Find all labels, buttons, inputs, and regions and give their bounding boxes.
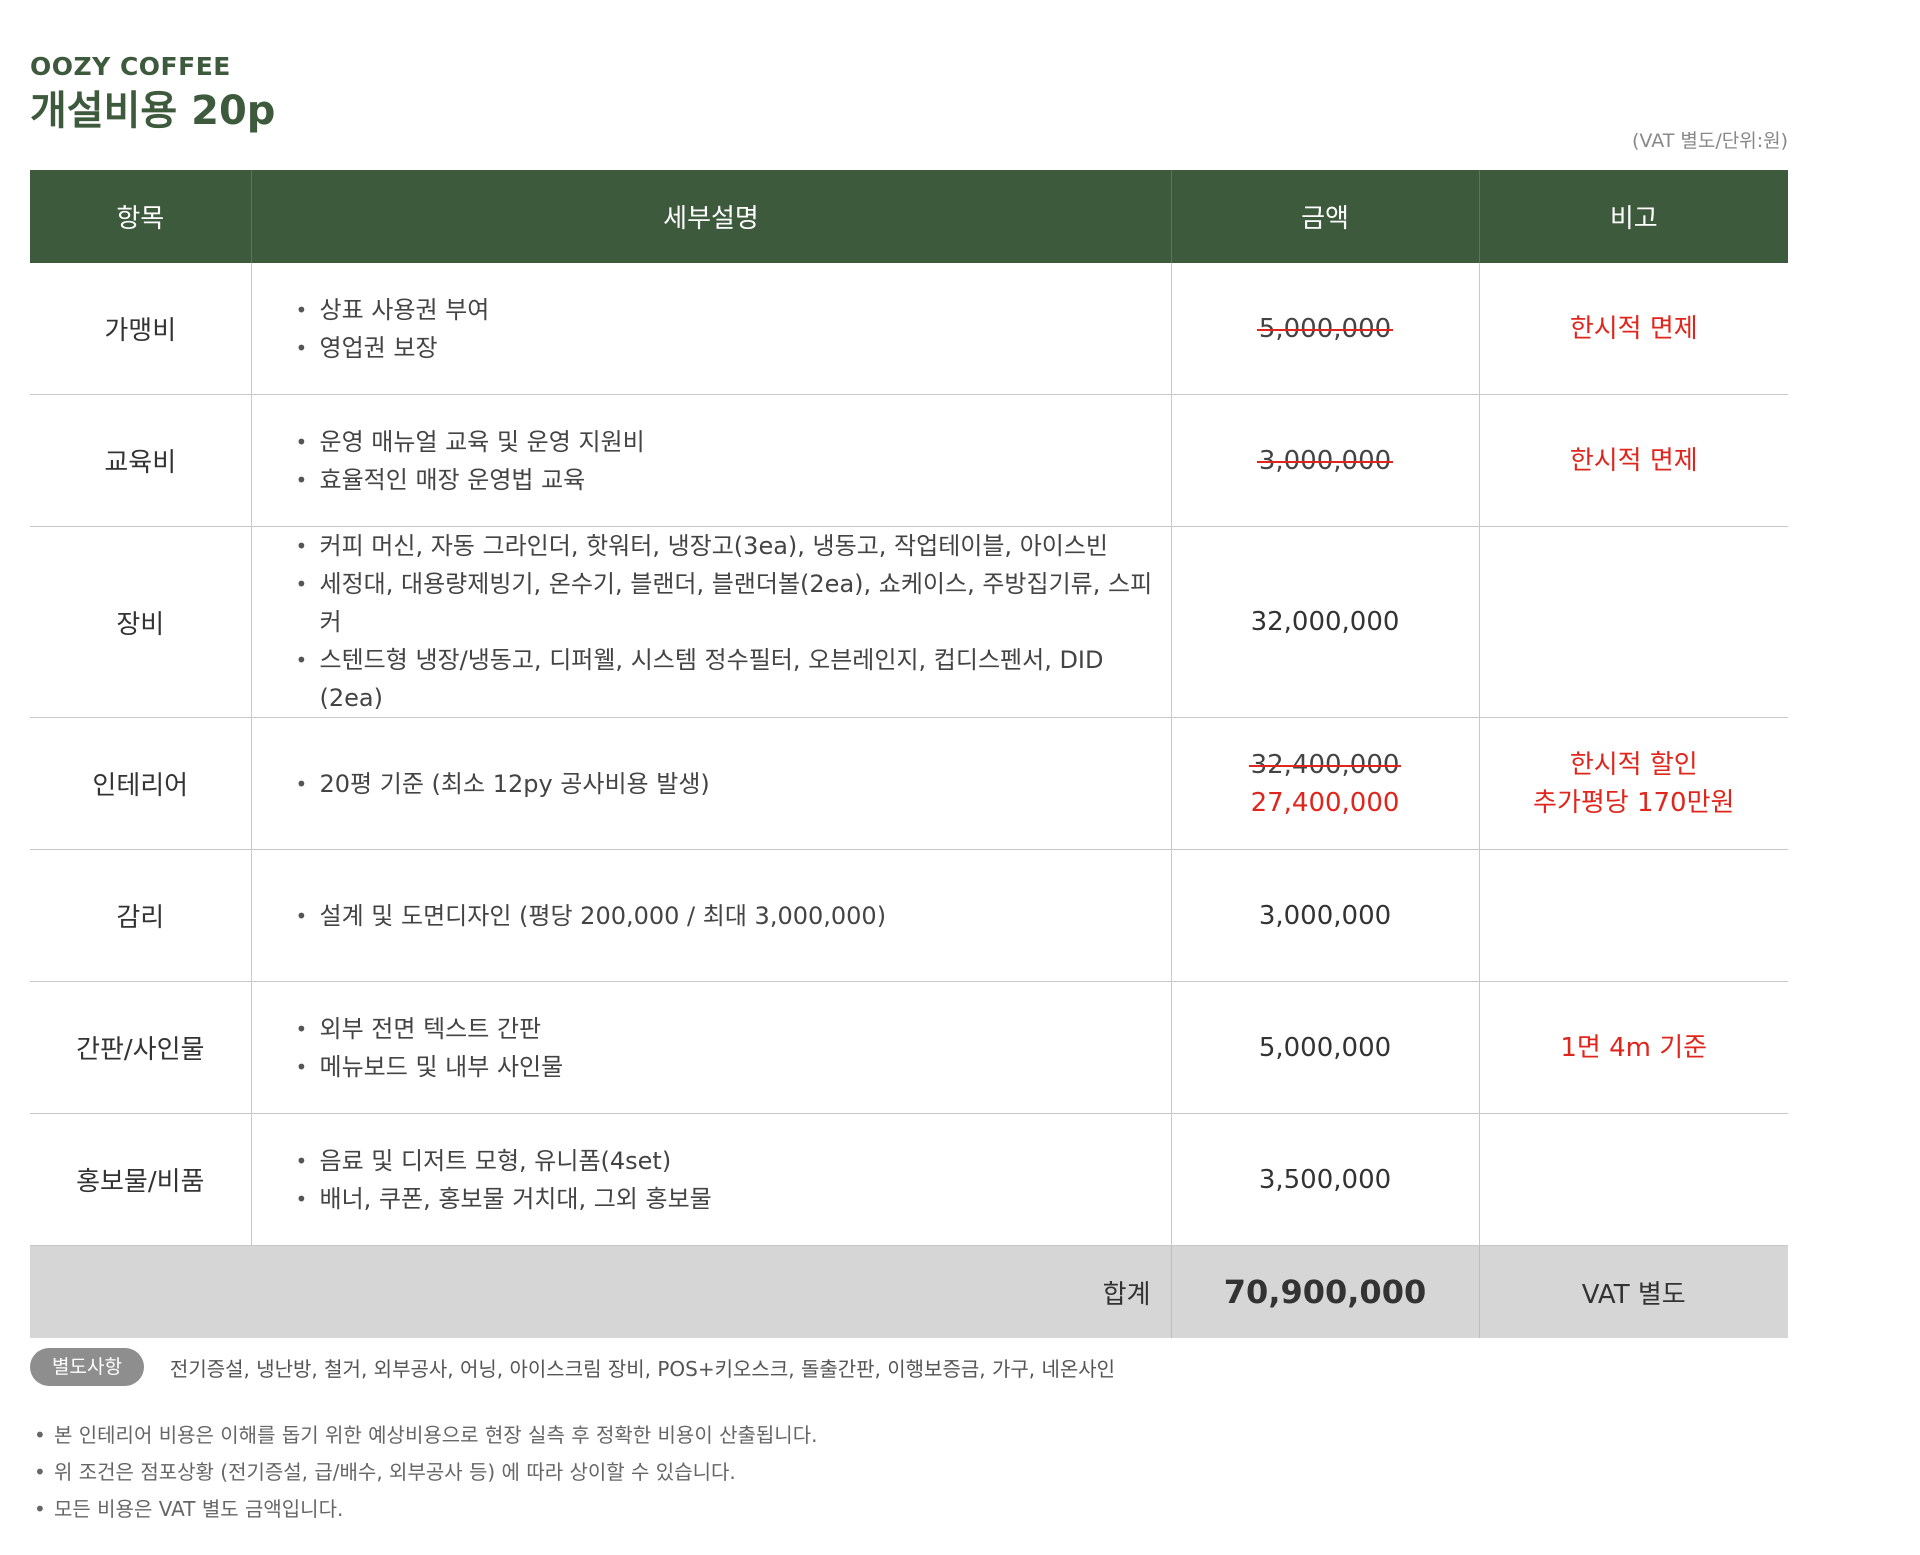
amount-original-struck: 32,400,000 bbox=[1248, 746, 1402, 784]
note-text: 추가평당 170만원 bbox=[1533, 787, 1735, 818]
row-note: 한시적 면제 bbox=[1478, 394, 1788, 527]
row-details: 20평 기준 (최소 12py 공사비용 발생) bbox=[250, 717, 1171, 850]
note-item: 모든 비용은 VAT 별도 금액입니다. bbox=[30, 1491, 817, 1528]
row-amount: 32,400,000 27,400,000 bbox=[1170, 717, 1479, 850]
total-amount: 70,900,000 bbox=[1170, 1245, 1479, 1338]
table-row: 가맹비 상표 사용권 부여 영업권 보장 5,000,000 한시적 면제 bbox=[30, 263, 1788, 395]
table-row: 감리 설계 및 도면디자인 (평당 200,000 / 최대 3,000,000… bbox=[30, 849, 1788, 982]
table-header-row: 항목 세부설명 금액 비고 bbox=[30, 170, 1788, 263]
row-amount: 32,000,000 bbox=[1170, 526, 1479, 718]
row-item: 장비 bbox=[30, 526, 251, 718]
row-note bbox=[1478, 526, 1788, 718]
total-row: 합계 70,900,000 VAT 별도 bbox=[30, 1245, 1788, 1338]
detail-item: 커피 머신, 자동 그라인더, 핫워터, 냉장고(3ea), 냉동고, 작업테이… bbox=[296, 527, 1171, 565]
table-row: 장비 커피 머신, 자동 그라인더, 핫워터, 냉장고(3ea), 냉동고, 작… bbox=[30, 526, 1788, 718]
detail-item: 효율적인 매장 운영법 교육 bbox=[296, 461, 1171, 499]
detail-item: 메뉴보드 및 내부 사인물 bbox=[296, 1048, 1171, 1086]
detail-item: 20평 기준 (최소 12py 공사비용 발생) bbox=[296, 765, 1171, 803]
amount-original-struck: 3,000,000 bbox=[1256, 445, 1394, 476]
row-note: 한시적 할인 추가평당 170만원 bbox=[1478, 717, 1788, 850]
extras-text: 전기증설, 냉난방, 철거, 외부공사, 어닝, 아이스크림 장비, POS+키… bbox=[169, 1356, 1116, 1381]
row-item: 인테리어 bbox=[30, 717, 251, 850]
row-amount: 3,500,000 bbox=[1170, 1113, 1479, 1246]
row-amount: 3,000,000 bbox=[1170, 849, 1479, 982]
detail-item: 상표 사용권 부여 bbox=[296, 291, 1171, 329]
row-details: 상표 사용권 부여 영업권 보장 bbox=[250, 263, 1171, 395]
column-header-note: 비고 bbox=[1478, 170, 1788, 263]
note-text: 한시적 할인 bbox=[1569, 749, 1698, 780]
row-note bbox=[1478, 849, 1788, 982]
detail-item: 운영 매뉴얼 교육 및 운영 지원비 bbox=[296, 423, 1171, 461]
row-note: 한시적 면제 bbox=[1478, 263, 1788, 395]
amount-original-struck: 5,000,000 bbox=[1256, 313, 1394, 344]
row-amount: 5,000,000 bbox=[1170, 981, 1479, 1114]
row-details: 커피 머신, 자동 그라인더, 핫워터, 냉장고(3ea), 냉동고, 작업테이… bbox=[250, 526, 1171, 718]
row-note: 1면 4m 기준 bbox=[1478, 981, 1788, 1114]
row-amount: 5,000,000 bbox=[1170, 263, 1479, 395]
row-details: 설계 및 도면디자인 (평당 200,000 / 최대 3,000,000) bbox=[250, 849, 1171, 982]
row-details: 외부 전면 텍스트 간판 메뉴보드 및 내부 사인물 bbox=[250, 981, 1171, 1114]
extras-section: 별도사항 전기증설, 냉난방, 철거, 외부공사, 어닝, 아이스크림 장비, … bbox=[30, 1348, 1115, 1386]
row-item: 교육비 bbox=[30, 394, 251, 527]
detail-item: 스텐드형 냉장/냉동고, 디퍼웰, 시스템 정수필터, 오븐레인지, 컵디스펜서… bbox=[296, 641, 1171, 717]
note-item: 위 조건은 점포상황 (전기증설, 급/배수, 외부공사 등) 에 따라 상이할… bbox=[30, 1454, 817, 1491]
table-row: 홍보물/비품 음료 및 디저트 모형, 유니폼(4set) 배너, 쿠폰, 홍보… bbox=[30, 1113, 1788, 1246]
total-label: 합계 bbox=[30, 1245, 1171, 1338]
brand-name: OOZY COFFEE bbox=[30, 52, 231, 81]
row-item: 홍보물/비품 bbox=[30, 1113, 251, 1246]
detail-item: 배너, 쿠폰, 홍보물 거치대, 그외 홍보물 bbox=[296, 1180, 1171, 1218]
row-item: 가맹비 bbox=[30, 263, 251, 395]
row-item: 감리 bbox=[30, 849, 251, 982]
row-note bbox=[1478, 1113, 1788, 1246]
row-details: 운영 매뉴얼 교육 및 운영 지원비 효율적인 매장 운영법 교육 bbox=[250, 394, 1171, 527]
table-row: 교육비 운영 매뉴얼 교육 및 운영 지원비 효율적인 매장 운영법 교육 3,… bbox=[30, 394, 1788, 527]
page-title: 개설비용 20p bbox=[30, 88, 276, 134]
unit-note: (VAT 별도/단위:원) bbox=[1632, 130, 1788, 152]
column-header-amount: 금액 bbox=[1170, 170, 1479, 263]
column-header-details: 세부설명 bbox=[250, 170, 1171, 263]
detail-item: 세정대, 대용량제빙기, 온수기, 블랜더, 블랜더볼(2ea), 쇼케이스, … bbox=[296, 565, 1171, 641]
amount-discounted: 27,400,000 bbox=[1250, 787, 1400, 818]
detail-item: 음료 및 디저트 모형, 유니폼(4set) bbox=[296, 1142, 1171, 1180]
table-row: 인테리어 20평 기준 (최소 12py 공사비용 발생) 32,400,000… bbox=[30, 717, 1788, 850]
note-item: 본 인테리어 비용은 이해를 돕기 위한 예상비용으로 현장 실측 후 정확한 … bbox=[30, 1417, 817, 1454]
column-header-item: 항목 bbox=[30, 170, 251, 263]
total-note: VAT 별도 bbox=[1478, 1245, 1788, 1338]
note-text: 한시적 면제 bbox=[1569, 445, 1698, 476]
row-details: 음료 및 디저트 모형, 유니폼(4set) 배너, 쿠폰, 홍보물 거치대, … bbox=[250, 1113, 1171, 1246]
note-text: 1면 4m 기준 bbox=[1560, 1032, 1708, 1063]
table-row: 간판/사인물 외부 전면 텍스트 간판 메뉴보드 및 내부 사인물 5,000,… bbox=[30, 981, 1788, 1114]
note-text: 한시적 면제 bbox=[1569, 313, 1698, 344]
row-amount: 3,000,000 bbox=[1170, 394, 1479, 527]
extras-badge: 별도사항 bbox=[30, 1348, 144, 1386]
detail-item: 설계 및 도면디자인 (평당 200,000 / 최대 3,000,000) bbox=[296, 897, 1171, 935]
notes-list: 본 인테리어 비용은 이해를 돕기 위한 예상비용으로 현장 실측 후 정확한 … bbox=[30, 1417, 817, 1528]
row-item: 간판/사인물 bbox=[30, 981, 251, 1114]
detail-item: 외부 전면 텍스트 간판 bbox=[296, 1010, 1171, 1048]
price-sheet: OOZY COFFEE 개설비용 20p (VAT 별도/단위:원) 항목 세부… bbox=[30, 52, 1788, 1528]
cost-table: 항목 세부설명 금액 비고 가맹비 상표 사용권 부여 영업권 보장 5,000… bbox=[30, 170, 1788, 1338]
detail-item: 영업권 보장 bbox=[296, 329, 1171, 367]
